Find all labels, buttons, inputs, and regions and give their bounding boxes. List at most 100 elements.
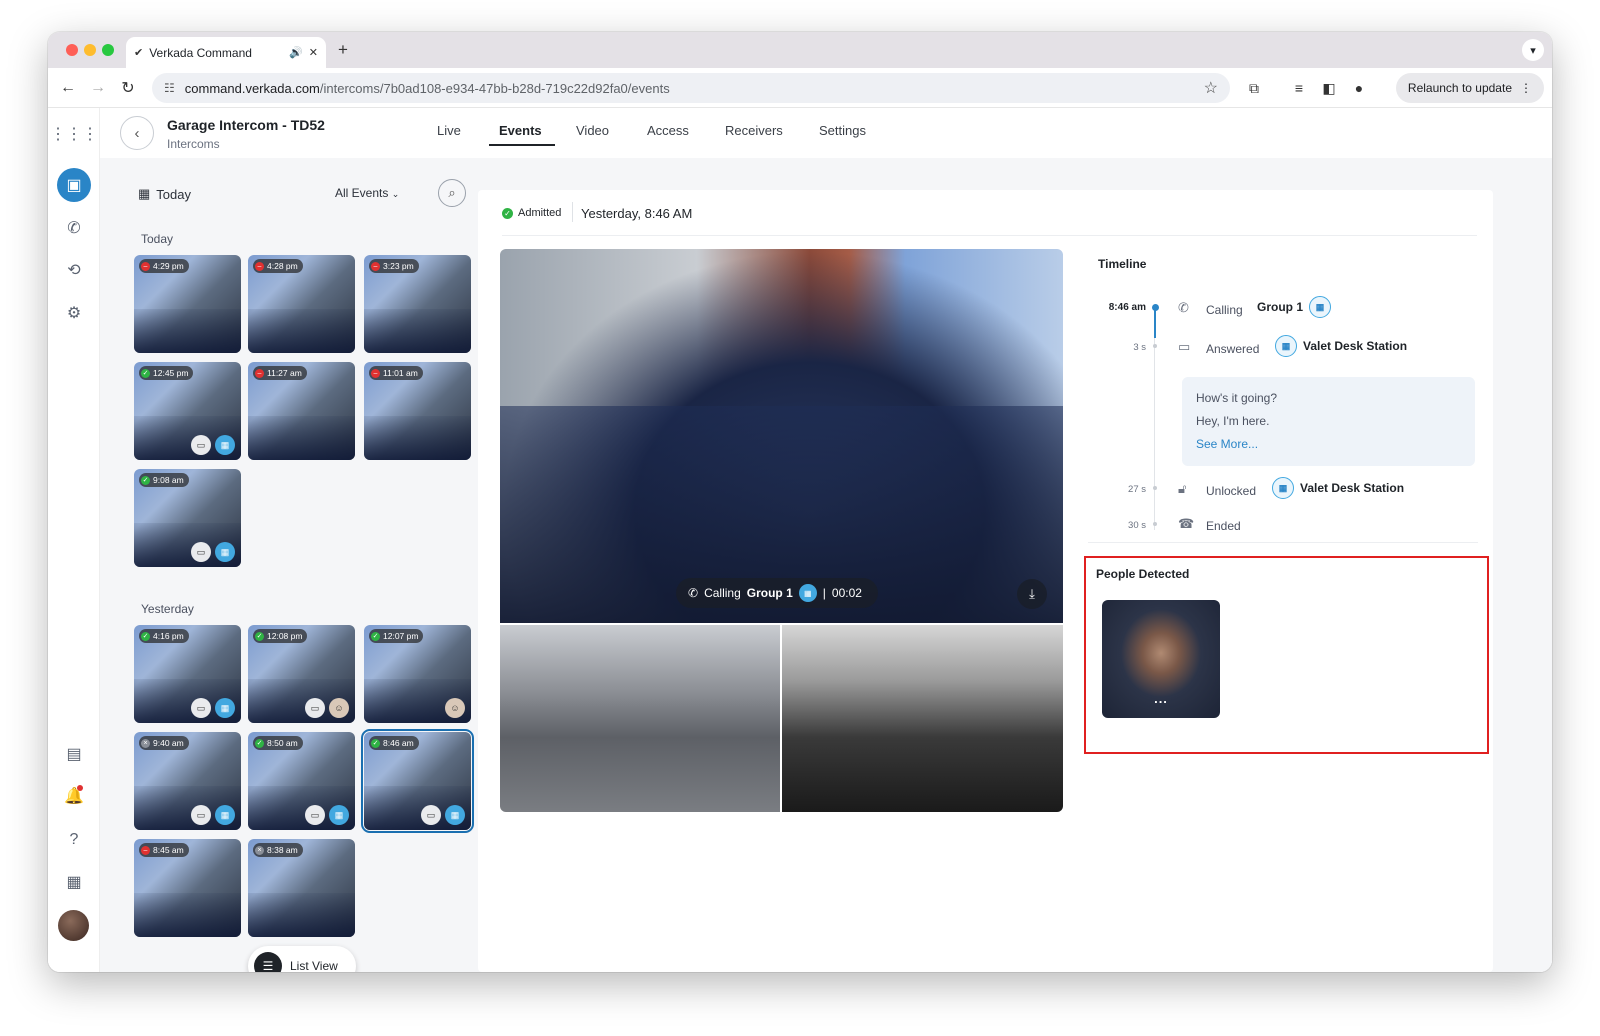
detected-face-thumbnail[interactable]: ... — [1102, 600, 1220, 718]
profile-icon[interactable]: ● — [1348, 77, 1370, 99]
date-filter-button[interactable]: ▦ Today — [138, 186, 191, 202]
history-icon[interactable]: ⟲ — [60, 256, 88, 284]
grid-icon: ▦ — [445, 805, 465, 825]
avatar[interactable] — [58, 910, 89, 941]
event-thumbnail[interactable]: × 8:38 am — [248, 839, 355, 937]
event-thumbnail[interactable]: –11:01 am — [364, 362, 471, 460]
event-thumbnail[interactable]: –8:45 am — [134, 839, 241, 937]
event-thumbnail[interactable]: × 9:40 am ▭ ▦ — [134, 732, 241, 830]
event-filter-label: All Events — [335, 186, 389, 200]
site-settings-icon[interactable]: ☷ — [164, 81, 175, 95]
side-panel-icon[interactable]: ◧ — [1318, 77, 1340, 99]
back-arrow-icon[interactable]: ← — [56, 76, 80, 100]
grid-icon: ▦ — [215, 698, 235, 718]
timeline-who-label: Valet Desk Station — [1303, 339, 1408, 353]
event-time-badge: × 9:40 am — [139, 736, 189, 750]
download-icon: ⤓ — [1029, 586, 1035, 601]
report-icon[interactable]: ▤ — [60, 740, 88, 768]
event-thumbnail[interactable]: –4:29 pm — [134, 255, 241, 353]
close-window-button[interactable] — [66, 44, 78, 56]
event-thumbnail[interactable]: ✓ 8:46 am ▭ ▦ — [361, 729, 474, 833]
bookmark-star-icon[interactable]: ☆ — [1204, 78, 1218, 98]
maximize-window-button[interactable] — [102, 44, 114, 56]
event-time-badge: × 8:38 am — [253, 843, 303, 857]
verkada-logo-icon: ✔ — [134, 47, 144, 59]
close-tab-icon[interactable]: ✕ — [309, 46, 318, 59]
reload-icon[interactable]: ↻ — [116, 76, 140, 100]
relaunch-button[interactable]: Relaunch to update ⋮ — [1395, 73, 1544, 103]
notification-icon[interactable]: 🔔 — [60, 782, 88, 810]
event-thumbnail[interactable]: ✓ 12:45 pm ▭ ▦ — [134, 362, 241, 460]
forward-arrow-icon[interactable]: → — [86, 76, 110, 100]
list-view-button[interactable]: ☰ List View — [248, 946, 356, 972]
new-tab-button[interactable]: + — [338, 40, 348, 60]
camera-feed-1[interactable] — [500, 625, 780, 812]
see-more-link[interactable]: See More... — [1196, 437, 1461, 451]
admitted-icon: ✓ — [371, 631, 380, 641]
event-thumbnail[interactable]: ✓ 8:50 am ▭ ▦ — [248, 732, 355, 830]
chat-icon: ▭ — [1178, 339, 1191, 354]
tab-events[interactable]: Events — [499, 123, 542, 138]
calendar-small-icon: ▦ — [138, 186, 151, 201]
event-thumbnail[interactable]: ✓ 9:08 am ▭ ▦ — [134, 469, 241, 567]
event-time: 11:27 am — [267, 368, 302, 378]
event-thumbnail[interactable]: –3:23 pm — [364, 255, 471, 353]
icon-sidebar: ⋮⋮⋮ ▣ ✆ ⟲ ⚙ ▤ 🔔 ? ▦ — [48, 108, 100, 972]
call-overlay-divider: | — [822, 586, 826, 600]
event-thumbnail[interactable]: ✓ 12:07 pm ☺ — [364, 625, 471, 723]
timeline-action: Unlocked — [1206, 484, 1257, 498]
search-icon: ⌕ — [448, 185, 456, 200]
timeline-time: 3 s — [1133, 342, 1146, 353]
chat-icon: ▭ — [191, 698, 211, 718]
event-detail-card: ✓ Admitted Yesterday, 8:46 AM ✆ Calling G… — [478, 190, 1493, 972]
group-icon: ▦ — [1309, 296, 1332, 318]
tab-receivers[interactable]: Receivers — [725, 123, 783, 138]
calendar-icon[interactable]: ▦ — [60, 868, 88, 896]
timeline-who-label: Group 1 — [1257, 300, 1304, 314]
tab-settings[interactable]: Settings — [819, 123, 866, 138]
event-time-badge: –4:28 pm — [253, 259, 303, 273]
media-control-icon[interactable]: ≡ — [1288, 77, 1310, 99]
tab-access[interactable]: Access — [647, 123, 689, 138]
call-overlay: ✆ Calling Group 1 ▦ | 00:02 — [676, 578, 878, 608]
event-thumbnail[interactable]: –11:27 am — [248, 362, 355, 460]
intercom-icon[interactable]: ▣ — [57, 168, 91, 202]
back-button[interactable]: ‹ — [120, 116, 154, 150]
active-tab-indicator — [489, 144, 555, 146]
timeline-time: 8:46 am — [1108, 302, 1146, 313]
event-time-badge: ✓ 8:46 am — [369, 736, 419, 750]
event-thumbnail[interactable]: –4:28 pm — [248, 255, 355, 353]
speaker-icon[interactable]: 🔊 — [289, 46, 303, 59]
event-time-badge: ✓ 8:50 am — [253, 736, 303, 750]
settings-icon[interactable]: ⚙ — [60, 299, 88, 327]
admitted-icon: ✓ — [141, 475, 150, 485]
camera-feed-2[interactable] — [782, 625, 1063, 812]
events-panel: ▦ Today All Events ⌄ ⌕ Today –4:29 pm –4:2… — [100, 158, 475, 972]
extensions-icon[interactable]: ⧉ — [1243, 77, 1265, 99]
more-menu-icon[interactable]: ⋮ — [1520, 81, 1532, 95]
tab-search-icon[interactable]: ▾ — [1522, 39, 1544, 61]
event-thumbnail[interactable]: ✓ 4:16 pm ▭ ▦ — [134, 625, 241, 723]
admitted-icon: ✓ — [255, 631, 264, 641]
address-bar[interactable]: ☷ command.verkada.com/intercoms/7b0ad108… — [152, 73, 1230, 103]
face-menu-button[interactable]: ... — [1102, 691, 1220, 706]
download-button[interactable]: ⤓ — [1017, 579, 1047, 609]
unlock-icon: 🔓︎ — [1178, 481, 1187, 496]
missed-icon: × — [255, 845, 264, 855]
status-label: Admitted — [518, 207, 562, 219]
app-area: ⋮⋮⋮ ▣ ✆ ⟲ ⚙ ▤ 🔔 ? ▦ ‹ Garage Intercom - … — [48, 108, 1552, 972]
event-time-badge: –4:29 pm — [139, 259, 189, 273]
event-thumbnail[interactable]: ✓ 12:08 pm ▭ ☺ — [248, 625, 355, 723]
event-filter-dropdown[interactable]: All Events ⌄ — [335, 186, 399, 200]
minimize-window-button[interactable] — [84, 44, 96, 56]
apps-grid-icon[interactable]: ⋮⋮⋮ — [50, 120, 98, 148]
tab-video[interactable]: Video — [576, 123, 609, 138]
main-video-player[interactable]: ✆ Calling Group 1 ▦ | 00:02 ⤓ — [500, 249, 1063, 623]
call-list-icon[interactable]: ✆ — [60, 214, 88, 242]
browser-tab[interactable]: ✔ Verkada Command 🔊 ✕ — [126, 37, 326, 68]
event-time-badge: –3:23 pm — [369, 259, 419, 273]
tab-live[interactable]: Live — [437, 123, 461, 138]
help-icon[interactable]: ? — [60, 826, 88, 854]
search-button[interactable]: ⌕ — [438, 179, 466, 207]
list-view-label: List View — [290, 959, 338, 972]
